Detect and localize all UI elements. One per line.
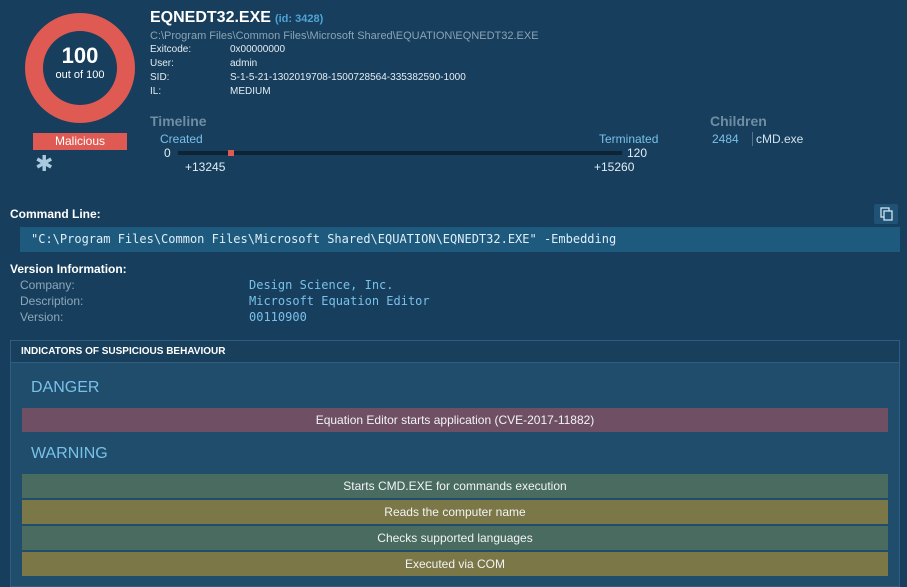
detail-key: Exitcode: (150, 44, 192, 55)
command-line-value[interactable]: "C:\Program Files\Common Files\Microsoft… (20, 227, 900, 252)
version-value-company: Design Science, Inc. (249, 278, 394, 292)
threat-score-center: 100 out of 100 (43, 31, 117, 105)
warning-heading: WARNING (31, 445, 108, 462)
detail-key: User: (150, 58, 174, 69)
threat-score-ring: 100 out of 100 (25, 13, 135, 123)
timeline-start: 0 (164, 146, 171, 160)
indicators-title: INDICATORS OF SUSPICIOUS BEHAVIOUR (21, 346, 226, 357)
detail-key: IL: (150, 86, 162, 97)
detail-user: User: admin (150, 58, 650, 72)
timeline-heading: Timeline (150, 113, 207, 129)
timeline-terminated-label: Terminated (599, 132, 659, 146)
timeline-created-label: Created (160, 132, 203, 146)
process-name: EQNEDT32.EXE (150, 9, 271, 26)
threat-score-value: 100 (61, 43, 99, 68)
child-pid[interactable]: 2484 (712, 132, 739, 146)
timeline-marker (228, 150, 234, 156)
indicator-warning-item[interactable]: Executed via COM (22, 552, 888, 576)
child-separator (752, 132, 753, 146)
version-info-label: Version Information: (10, 262, 127, 276)
process-title: EQNEDT32.EXE (id: 3428) (150, 9, 323, 27)
detail-exitcode: Exitcode: 0x00000000 (150, 44, 650, 58)
detail-il: IL: MEDIUM (150, 86, 650, 100)
child-process-name[interactable]: cMD.exe (756, 132, 803, 146)
copy-button[interactable] (874, 204, 898, 224)
indicator-warning-item[interactable]: Checks supported languages (22, 526, 888, 550)
command-line-label: Command Line: (10, 207, 101, 221)
process-path: C:\Program Files\Common Files\Microsoft … (150, 30, 539, 42)
detail-value: S-1-5-21-1302019708-1500728564-335382590… (230, 72, 466, 83)
detail-value: 0x00000000 (230, 44, 286, 55)
indicator-warning-item[interactable]: Starts CMD.EXE for commands execution (22, 474, 888, 498)
version-key-description: Description: (20, 294, 84, 308)
timeline-created-time: +13245 (185, 160, 226, 174)
danger-heading: DANGER (31, 379, 100, 396)
detail-sid: SID: S-1-5-21-1302019708-1500728564-3353… (150, 72, 650, 86)
verdict-badge: Malicious (33, 133, 127, 150)
timeline-terminated-time: +15260 (594, 160, 635, 174)
indicator-warning-item[interactable]: Reads the computer name (22, 500, 888, 524)
version-value-description: Microsoft Equation Editor (249, 294, 430, 308)
version-key-company: Company: (20, 278, 75, 292)
timeline-end: 120 (627, 146, 648, 160)
detail-value: admin (230, 58, 258, 69)
process-id: (id: 3428) (274, 13, 324, 25)
version-value-version: 00110900 (249, 310, 307, 324)
version-key-version: Version: (20, 310, 64, 324)
indicator-danger-item[interactable]: Equation Editor starts application (CVE-… (22, 408, 888, 432)
copy-icon (880, 207, 893, 221)
timeline-bar (178, 151, 622, 155)
threat-score-label: out of 100 (55, 69, 105, 81)
asterisk-icon[interactable]: ✱ (35, 153, 53, 175)
detail-key: SID: (150, 72, 170, 83)
detail-value: MEDIUM (230, 86, 271, 97)
indicators-panel-header: INDICATORS OF SUSPICIOUS BEHAVIOUR (11, 341, 899, 363)
children-heading: Children (710, 113, 767, 129)
